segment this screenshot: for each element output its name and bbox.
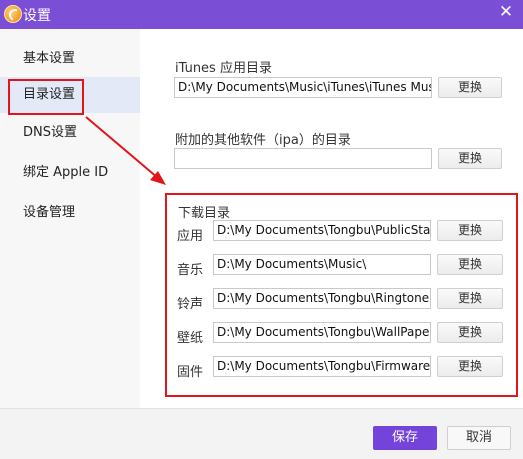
sidebar-item-basic-settings[interactable]: 基本设置 — [0, 41, 140, 77]
settings-sidebar: 基本设置 目录设置 DNS设置 绑定 Apple ID 设备管理 — [0, 29, 140, 408]
download-row-label-music: 音乐 — [177, 263, 204, 278]
itunes-directory-field[interactable]: D:\My Documents\Music\iTunes\iTunes Mus — [174, 77, 432, 98]
title-bar: 设置 ✕ — [0, 0, 523, 29]
download-row-label-firmware: 固件 — [177, 365, 204, 380]
ipa-directory-field[interactable] — [174, 148, 432, 169]
download-path-firmware[interactable]: D:\My Documents\Tongbu\Firmware\ — [213, 356, 431, 377]
dialog-footer: 保存 取消 — [0, 408, 523, 459]
download-row-label-apps: 应用 — [177, 229, 204, 244]
download-change-button-apps[interactable]: 更换 — [437, 220, 503, 241]
ipa-directory-label: 附加的其他软件（ipa）的目录 — [175, 133, 351, 148]
download-change-button-music[interactable]: 更换 — [437, 254, 503, 275]
download-change-button-wallpapers[interactable]: 更换 — [437, 322, 503, 343]
sidebar-item-directory-settings[interactable]: 目录设置 — [0, 77, 140, 113]
download-row-label-ringtones: 铃声 — [177, 297, 204, 312]
save-button[interactable]: 保存 — [373, 426, 437, 450]
itunes-directory-label: iTunes 应用目录 — [175, 61, 272, 76]
download-change-button-ringtones[interactable]: 更换 — [437, 288, 503, 309]
download-path-ringtones[interactable]: D:\My Documents\Tongbu\Ringtone — [213, 288, 431, 309]
window-title: 设置 — [23, 8, 51, 24]
tongbu-app-icon — [4, 5, 22, 23]
itunes-change-button[interactable]: 更换 — [438, 77, 502, 98]
download-path-wallpapers[interactable]: D:\My Documents\Tongbu\WallPape — [213, 322, 431, 343]
close-icon[interactable]: ✕ — [498, 4, 514, 21]
cancel-button[interactable]: 取消 — [447, 426, 511, 450]
download-row-label-wallpapers: 壁纸 — [177, 331, 204, 346]
download-change-button-firmware[interactable]: 更换 — [437, 356, 503, 377]
download-directory-heading: 下载目录 — [178, 206, 231, 221]
sidebar-item-device-management[interactable]: 设备管理 — [0, 195, 140, 231]
sidebar-item-dns-settings[interactable]: DNS设置 — [0, 115, 140, 151]
directory-settings-panel: iTunes 应用目录 D:\My Documents\Music\iTunes… — [140, 29, 523, 408]
sidebar-item-bind-apple-id[interactable]: 绑定 Apple ID — [0, 155, 140, 191]
ipa-change-button[interactable]: 更换 — [438, 148, 502, 169]
download-path-music[interactable]: D:\My Documents\Music\ — [213, 254, 431, 275]
download-path-apps[interactable]: D:\My Documents\Tongbu\PublicStag — [213, 220, 431, 241]
